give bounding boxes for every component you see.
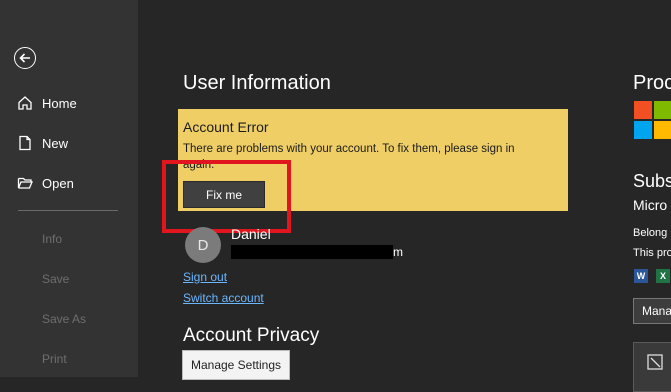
nav-save[interactable]: Save xyxy=(42,272,69,286)
nav-info[interactable]: Info xyxy=(42,232,62,246)
account-error-title: Account Error xyxy=(183,119,269,135)
product-information-title: Proc xyxy=(633,72,671,94)
home-icon xyxy=(17,95,33,111)
manage-account-button[interactable]: Mana xyxy=(633,298,671,324)
this-product-text: This pro xyxy=(633,247,671,259)
belongs-to-text: Belong xyxy=(633,227,668,239)
microsoft-logo-icon xyxy=(634,101,671,141)
manage-settings-button[interactable]: Manage Settings xyxy=(182,350,290,380)
subscription-title: Subs xyxy=(633,171,671,191)
word-icon: W xyxy=(634,269,648,283)
user-name: Daniel xyxy=(231,226,271,242)
email-tail: m xyxy=(393,245,403,259)
nav-new-label: New xyxy=(42,135,69,151)
product-name: Micro xyxy=(633,197,668,213)
back-arrow-icon[interactable] xyxy=(14,47,36,69)
update-icon xyxy=(647,354,663,370)
sidebar-divider xyxy=(18,210,118,211)
nav-print[interactable]: Print xyxy=(42,352,67,366)
backstage-sidebar: Home New Open Info Save Save As Print xyxy=(0,0,138,377)
nav-open[interactable]: Open xyxy=(17,173,74,193)
new-document-icon xyxy=(17,135,33,151)
switch-account-link[interactable]: Switch account xyxy=(183,291,264,305)
redacted-email xyxy=(231,245,393,259)
nav-save-as[interactable]: Save As xyxy=(42,312,86,326)
user-information-title: User Information xyxy=(183,72,331,94)
highlight-box xyxy=(162,160,291,233)
update-options-tile[interactable] xyxy=(633,342,671,392)
account-privacy-title: Account Privacy xyxy=(183,325,320,346)
sign-out-link[interactable]: Sign out xyxy=(183,270,227,284)
excel-icon: X xyxy=(656,269,670,283)
nav-open-label: Open xyxy=(42,175,74,191)
nav-home-label: Home xyxy=(42,95,77,111)
avatar: D xyxy=(185,227,221,263)
nav-new[interactable]: New xyxy=(17,133,68,153)
open-folder-icon xyxy=(17,175,33,191)
nav-home[interactable]: Home xyxy=(17,93,77,113)
